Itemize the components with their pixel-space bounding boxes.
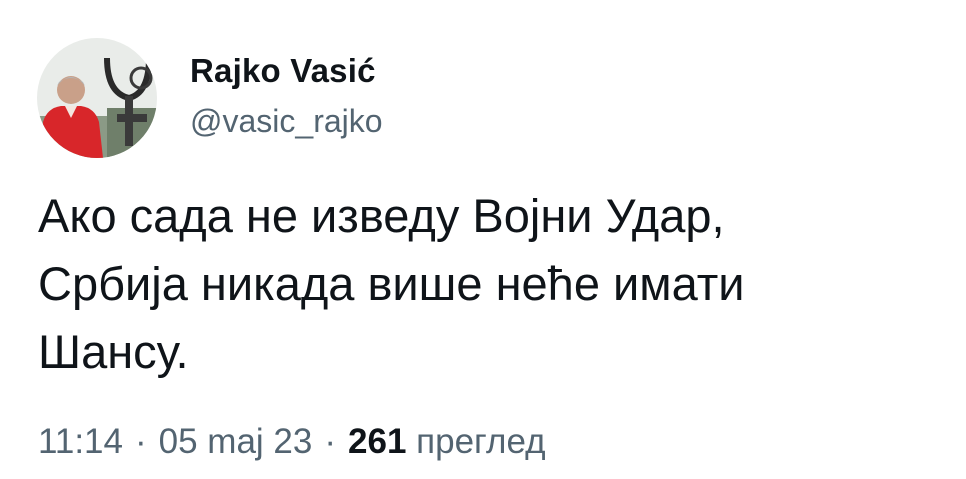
tweet-text: Ако сада не изведу Војни Удар, Србија ни… <box>38 182 938 386</box>
tweet-date[interactable]: 05 maj 23 <box>159 422 313 461</box>
user-handle[interactable]: @vasic_rajko <box>190 101 383 141</box>
tweet-meta: 11:14 · 05 maj 23 · 261 преглед <box>38 420 546 464</box>
tweet-card: Rajko Vasić @vasic_rajko Ако сада не изв… <box>0 0 966 479</box>
user-avatar-photo-icon <box>37 38 157 158</box>
tweet-header: Rajko Vasić @vasic_rajko <box>37 38 383 158</box>
tweet-text-line: Шансу. <box>38 325 189 378</box>
tweet-text-line: Ако сада не изведу Војни Удар, <box>38 189 725 242</box>
views-count[interactable]: 261 <box>348 422 406 461</box>
meta-separator: · <box>324 422 337 461</box>
display-name[interactable]: Rajko Vasić <box>190 51 383 91</box>
views-label[interactable]: преглед <box>416 422 545 461</box>
tweet-time[interactable]: 11:14 <box>38 422 123 461</box>
avatar[interactable] <box>37 38 157 158</box>
tweet-text-line: Србија никада више неће имати <box>38 257 745 310</box>
author-names: Rajko Vasić @vasic_rajko <box>190 38 383 158</box>
meta-separator: · <box>135 422 147 461</box>
